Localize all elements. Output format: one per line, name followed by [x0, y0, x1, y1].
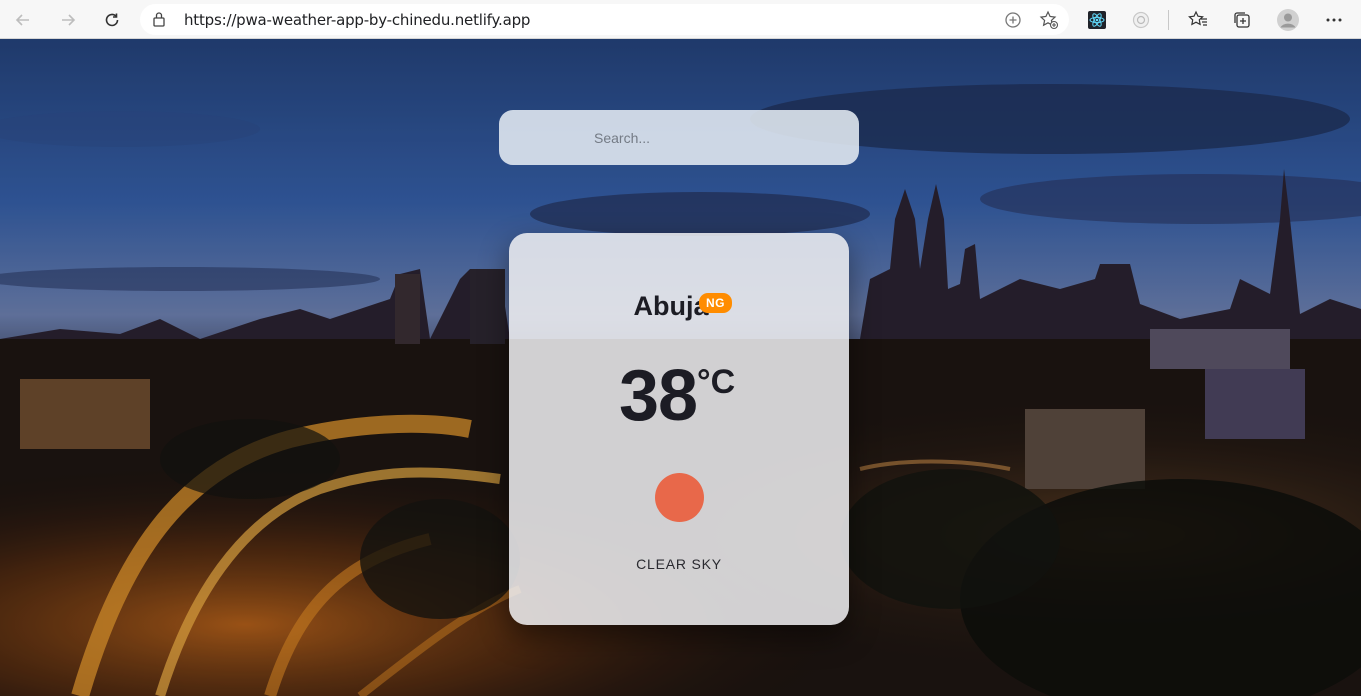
url-text[interactable]: https://pwa-weather-app-by-chinedu.netli…	[184, 11, 530, 29]
city-name: Abuja	[633, 291, 709, 321]
add-favorite-icon[interactable]	[1038, 9, 1060, 31]
more-options-icon[interactable]	[1320, 6, 1348, 34]
toolbar-divider	[1168, 10, 1169, 30]
weather-app-page: Abuja NG 38 °C CLEAR SKY	[0, 39, 1361, 696]
temperature-unit: °C	[697, 363, 736, 401]
browser-toolbar: https://pwa-weather-app-by-chinedu.netli…	[0, 0, 1361, 39]
temperature-value: 38	[619, 356, 698, 436]
weather-card: Abuja NG 38 °C CLEAR SKY	[509, 233, 849, 625]
search-input[interactable]	[499, 110, 859, 165]
extension-icon[interactable]	[1127, 6, 1155, 34]
forward-arrow-icon[interactable]	[54, 6, 82, 34]
profile-avatar-icon[interactable]	[1274, 6, 1302, 34]
lock-icon[interactable]	[152, 11, 166, 32]
weather-description: CLEAR SKY	[636, 556, 722, 572]
back-arrow-icon[interactable]	[9, 6, 37, 34]
add-icon[interactable]	[1002, 9, 1024, 31]
collections-icon[interactable]	[1228, 6, 1256, 34]
country-badge: NG	[699, 293, 732, 313]
sun-icon	[655, 473, 704, 522]
react-devtools-icon[interactable]	[1083, 6, 1111, 34]
city-row: Abuja NG	[509, 291, 849, 322]
favorites-icon[interactable]	[1184, 6, 1212, 34]
address-bar[interactable]: https://pwa-weather-app-by-chinedu.netli…	[140, 4, 1069, 35]
refresh-icon[interactable]	[98, 6, 126, 34]
